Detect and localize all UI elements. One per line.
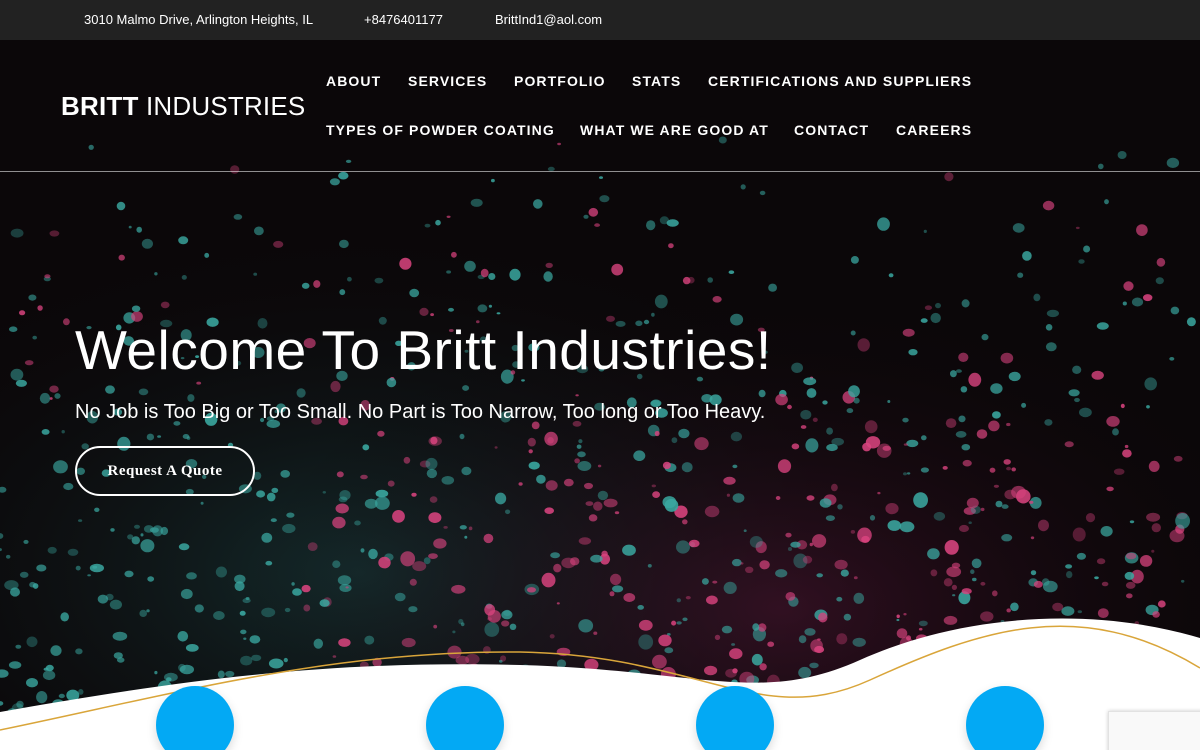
brand-name-bold: BRITT: [61, 91, 139, 121]
nav-portfolio[interactable]: PORTFOLIO: [514, 73, 606, 89]
address-text: 3010 Malmo Drive, Arlington Heights, IL: [84, 12, 314, 27]
request-quote-button[interactable]: Request A Quote: [75, 446, 255, 496]
nav-careers[interactable]: CAREERS: [896, 122, 972, 138]
brand-name-light: INDUSTRIES: [145, 91, 306, 121]
nav-about[interactable]: ABOUT: [326, 73, 381, 89]
nav-certifications[interactable]: CERTIFICATIONS AND SUPPLIERS: [708, 73, 972, 89]
recaptcha-badge[interactable]: [1108, 711, 1200, 750]
nav-what-we-are-good-at[interactable]: WHAT WE ARE GOOD AT: [580, 122, 769, 138]
phone-link[interactable]: +8476401177: [364, 12, 443, 27]
hero-section: BRITT INDUSTRIES ABOUT SERVICES PORTFOLI…: [0, 40, 1200, 750]
contact-bar: 3010 Malmo Drive, Arlington Heights, IL …: [0, 0, 1200, 40]
hero-title: Welcome To Britt Industries!: [75, 319, 772, 381]
nav-stats[interactable]: STATS: [632, 73, 681, 89]
hero-subtitle: No Job is Too Big or Too Small. No Part …: [75, 401, 766, 423]
nav-powder-coating-types[interactable]: TYPES OF POWDER COATING: [326, 122, 555, 138]
site-header: BRITT INDUSTRIES ABOUT SERVICES PORTFOLI…: [0, 40, 1200, 172]
nav-contact[interactable]: CONTACT: [794, 122, 869, 138]
email-link[interactable]: BrittInd1@aol.com: [495, 12, 602, 27]
nav-services[interactable]: SERVICES: [408, 73, 487, 89]
brand-logo[interactable]: BRITT INDUSTRIES: [61, 91, 305, 122]
